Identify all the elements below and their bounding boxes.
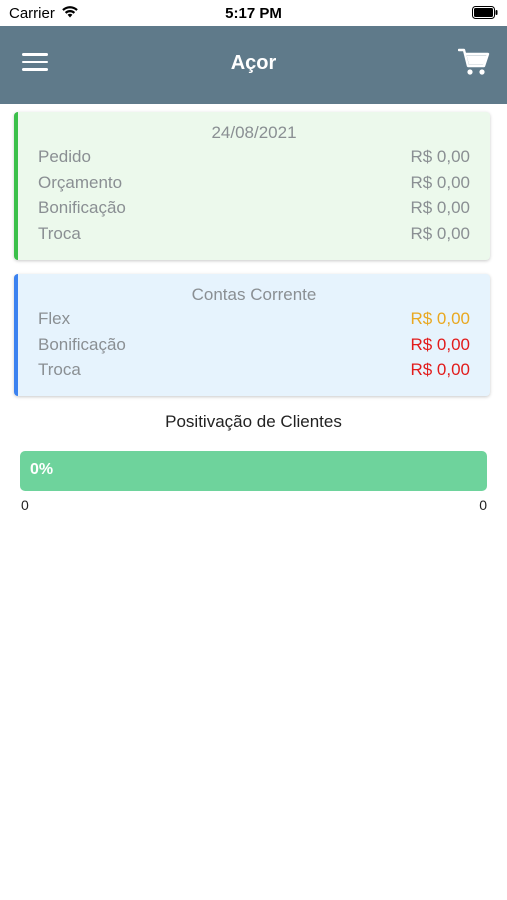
accounts-row-troca: Troca R$ 0,00	[38, 357, 470, 383]
row-value: R$ 0,00	[410, 334, 470, 354]
summary-row-pedido: Pedido R$ 0,00	[38, 144, 470, 170]
positivacao-progress-bar: 0%	[20, 451, 487, 491]
app-screen: Carrier 5:17 PM Açor 24/08/2021 Pedido R…	[0, 0, 507, 900]
positivacao-title: Positivação de Clientes	[165, 412, 342, 431]
row-value: R$ 0,00	[410, 360, 470, 380]
progress-label: 0%	[30, 461, 54, 478]
row-label: Bonificação	[38, 334, 126, 354]
status-bar: Carrier 5:17 PM	[0, 0, 507, 26]
accounts-title: Contas Corrente	[191, 285, 317, 304]
summary-row-troca: Troca R$ 0,00	[38, 221, 470, 247]
app-header: Açor	[0, 26, 507, 104]
battery-icon	[472, 6, 498, 19]
summary-card: 24/08/2021 Pedido R$ 0,00 Orçamento R$ 0…	[14, 112, 490, 260]
row-label: Troca	[38, 360, 81, 380]
progress-max-label: 0	[479, 497, 487, 513]
accounts-card: Contas Corrente Flex R$ 0,00 Bonificação…	[14, 274, 490, 396]
row-value: R$ 0,00	[410, 172, 470, 192]
row-label: Orçamento	[38, 172, 123, 192]
accounts-row-bonificacao: Bonificação R$ 0,00	[38, 332, 470, 358]
row-label: Bonificação	[38, 198, 126, 218]
accounts-row-flex: Flex R$ 0,00	[38, 306, 470, 332]
row-label: Flex	[38, 309, 71, 328]
row-value: R$ 0,00	[410, 224, 470, 244]
row-value: R$ 0,00	[410, 309, 470, 328]
page-title: Açor	[230, 52, 277, 74]
summary-row-orcamento: Orçamento R$ 0,00	[38, 170, 470, 196]
shopping-cart-icon[interactable]	[457, 46, 490, 78]
row-label: Pedido	[38, 147, 91, 166]
progress-min-label: 0	[21, 497, 29, 513]
row-label: Troca	[38, 224, 81, 244]
status-time: 5:17 PM	[225, 5, 282, 22]
summary-row-bonificacao: Bonificação R$ 0,00	[38, 195, 470, 221]
summary-date: 24/08/2021	[211, 123, 297, 142]
row-value: R$ 0,00	[410, 147, 470, 166]
row-value: R$ 0,00	[410, 198, 470, 218]
